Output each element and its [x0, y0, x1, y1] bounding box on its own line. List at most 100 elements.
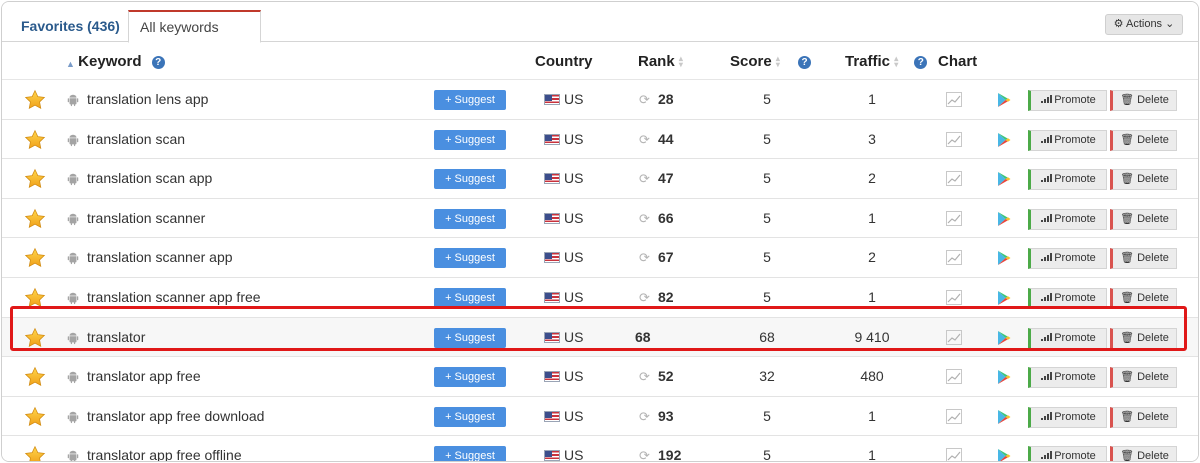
- google-play-icon[interactable]: [997, 290, 1011, 306]
- delete-button[interactable]: 🗑 Delete: [1110, 446, 1177, 461]
- chart-icon[interactable]: [946, 448, 962, 462]
- keyword-cell: translator app free offline: [87, 447, 242, 462]
- google-play-icon[interactable]: [997, 369, 1011, 385]
- suggest-button[interactable]: + Suggest: [434, 288, 506, 308]
- suggest-button[interactable]: + Suggest: [434, 367, 506, 388]
- score-column-header[interactable]: Score ▴ ▾ ?: [730, 43, 812, 80]
- promote-button[interactable]: Promote: [1028, 169, 1107, 191]
- delete-button[interactable]: 🗑 Delete: [1110, 90, 1177, 111]
- delete-button[interactable]: 🗑 Delete: [1110, 248, 1177, 270]
- promote-button[interactable]: Promote: [1028, 406, 1107, 428]
- delete-button[interactable]: 🗑 Delete: [1110, 208, 1177, 230]
- traffic-cell: 3: [868, 130, 876, 147]
- chart-icon[interactable]: [946, 408, 962, 424]
- chart-icon[interactable]: [946, 369, 962, 385]
- star-icon[interactable]: [24, 89, 46, 111]
- signal-bars-icon: [1041, 253, 1052, 262]
- star-icon[interactable]: [24, 129, 46, 151]
- star-icon[interactable]: [24, 445, 46, 462]
- refresh-icon[interactable]: ⟳: [639, 211, 653, 226]
- refresh-icon[interactable]: ⟳: [639, 172, 653, 186]
- refresh-icon[interactable]: ⟳: [639, 409, 653, 424]
- google-play-icon[interactable]: [997, 448, 1011, 462]
- google-play-icon[interactable]: [997, 409, 1011, 425]
- sort-icon: ▴ ▾: [894, 54, 899, 69]
- signal-bars-icon: [1041, 174, 1052, 183]
- traffic-cell: 1: [868, 407, 876, 424]
- traffic-column-header[interactable]: Traffic ▴ ▾ ?: [845, 43, 928, 80]
- android-icon: [67, 134, 79, 146]
- keyword-cell: translation scan app: [87, 170, 213, 187]
- promote-label: Promote: [1054, 252, 1096, 265]
- traffic-cell: 2: [868, 170, 876, 187]
- table-row: translation scan + Suggest US ⟳ 44 5 3 P…: [2, 119, 1198, 160]
- star-icon[interactable]: [24, 406, 46, 428]
- table-row: translation scan app + Suggest US ⟳ 47 5…: [2, 159, 1198, 199]
- actions-label: Actions: [1125, 18, 1163, 30]
- actions-dropdown-button[interactable]: ⚙ Actions ⌄: [1105, 14, 1183, 35]
- google-play-icon[interactable]: [997, 171, 1011, 187]
- star-icon[interactable]: [24, 208, 46, 230]
- promote-button[interactable]: Promote: [1028, 90, 1107, 111]
- promote-button[interactable]: Promote: [1028, 248, 1107, 270]
- help-icon[interactable]: ?: [914, 56, 928, 69]
- refresh-icon[interactable]: ⟳: [639, 132, 653, 147]
- tab-favorites[interactable]: Favorites (436): [10, 10, 131, 43]
- chart-icon[interactable]: [946, 210, 962, 226]
- flag-us-icon: [544, 292, 560, 303]
- suggest-button[interactable]: + Suggest: [434, 446, 506, 461]
- google-play-icon[interactable]: [997, 211, 1011, 227]
- suggest-button[interactable]: + Suggest: [434, 129, 506, 150]
- google-play-icon[interactable]: [997, 132, 1011, 148]
- chart-icon[interactable]: [946, 92, 962, 107]
- suggest-button[interactable]: + Suggest: [434, 248, 506, 269]
- trash-icon: 🗑: [1120, 212, 1135, 225]
- table-row: translation scanner app + Suggest US ⟳ 6…: [2, 238, 1198, 278]
- promote-label: Promote: [1054, 173, 1096, 186]
- refresh-icon[interactable]: ⟳: [639, 251, 653, 265]
- suggest-button[interactable]: + Suggest: [434, 169, 506, 190]
- google-play-icon[interactable]: [997, 92, 1011, 108]
- google-play-icon[interactable]: [997, 250, 1011, 266]
- delete-button[interactable]: 🗑 Delete: [1110, 406, 1177, 428]
- star-icon[interactable]: [24, 168, 46, 190]
- suggest-button[interactable]: + Suggest: [434, 208, 506, 229]
- delete-button[interactable]: 🗑 Delete: [1110, 169, 1177, 191]
- tab-all-keywords[interactable]: All keywords (437): [128, 10, 261, 65]
- delete-button[interactable]: 🗑 Delete: [1110, 367, 1177, 389]
- signal-bars-icon: [1041, 134, 1052, 143]
- refresh-icon[interactable]: ⟳: [639, 291, 653, 305]
- delete-label: Delete: [1137, 133, 1169, 146]
- rank-column-header[interactable]: Rank ▴ ▾: [638, 43, 687, 80]
- trash-icon: 🗑: [1120, 410, 1135, 423]
- help-icon[interactable]: ?: [798, 56, 812, 69]
- star-icon[interactable]: [24, 366, 46, 388]
- star-icon[interactable]: [24, 247, 46, 269]
- chart-icon[interactable]: [946, 290, 962, 305]
- refresh-icon[interactable]: ⟳: [639, 449, 653, 461]
- help-icon[interactable]: ?: [151, 56, 165, 69]
- refresh-icon[interactable]: ⟳: [639, 370, 653, 384]
- suggest-button[interactable]: + Suggest: [434, 90, 506, 110]
- promote-button[interactable]: Promote: [1028, 129, 1107, 151]
- promote-label: Promote: [1054, 292, 1096, 304]
- keyword-cell: translation scanner app: [87, 249, 233, 266]
- promote-button[interactable]: Promote: [1028, 446, 1107, 461]
- country-cell: US: [564, 130, 584, 147]
- delete-label: Delete: [1137, 212, 1169, 225]
- traffic-cell: 2: [868, 249, 876, 266]
- chart-icon[interactable]: [946, 250, 962, 266]
- chart-icon[interactable]: [946, 131, 962, 147]
- country-cell: US: [564, 368, 584, 385]
- promote-button[interactable]: Promote: [1028, 208, 1107, 230]
- promote-button[interactable]: Promote: [1028, 367, 1107, 389]
- country-column-header[interactable]: Country: [535, 43, 593, 80]
- trash-icon: 🗑: [1120, 252, 1135, 265]
- keyword-column-header[interactable]: ▲ Keyword ?: [66, 43, 165, 80]
- delete-button[interactable]: 🗑 Delete: [1110, 129, 1177, 151]
- chart-icon[interactable]: [946, 171, 962, 187]
- delete-label: Delete: [1137, 94, 1169, 106]
- refresh-icon[interactable]: ⟳: [639, 93, 653, 107]
- trash-icon: 🗑: [1120, 371, 1135, 384]
- suggest-button[interactable]: + Suggest: [434, 406, 506, 427]
